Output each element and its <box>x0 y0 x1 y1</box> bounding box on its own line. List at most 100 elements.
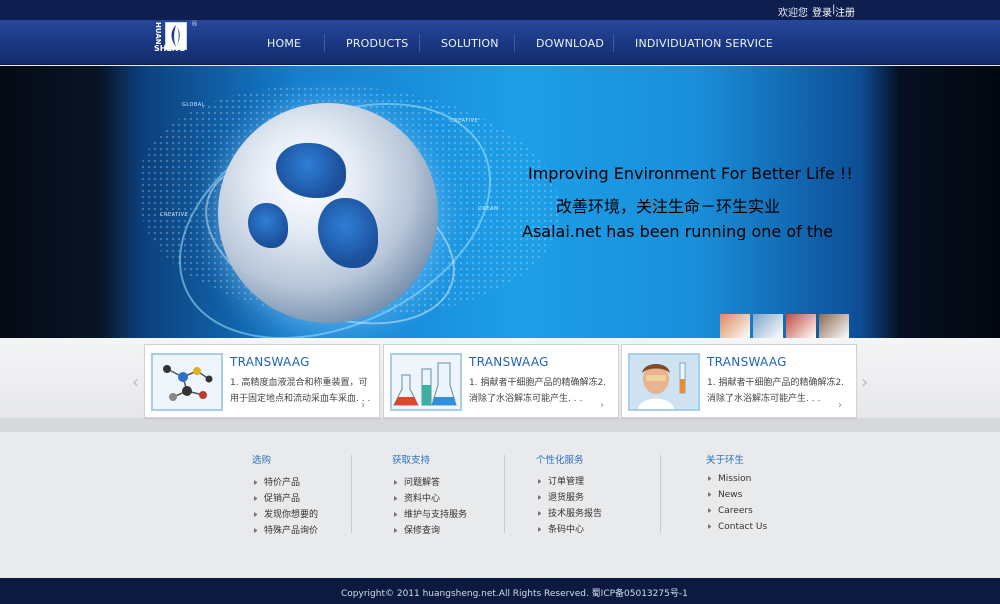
footer-link[interactable]: 发现你想要的 <box>254 507 318 520</box>
nav-divider <box>514 34 515 52</box>
chevron-right-icon[interactable]: › <box>600 401 610 411</box>
nav-individuation-service[interactable]: INDIVIDUATION SERVICE <box>635 37 773 50</box>
bullet-icon <box>708 524 711 529</box>
bullet-icon <box>708 476 711 481</box>
footer-column-title-support: 获取支持 <box>392 455 431 466</box>
nav-download[interactable]: DOWNLOAD <box>536 37 604 50</box>
product-card[interactable]: TRANSWAAG 1. 捐献者干细胞产品的精确解冻2. 消除了水浴解冻可能产生… <box>621 344 857 418</box>
globe-continent <box>276 143 346 198</box>
banner-thumbnail[interactable] <box>819 314 849 338</box>
logo-text-line1: HUAN <box>154 22 162 45</box>
bullet-icon <box>708 492 711 497</box>
footer-link-label[interactable]: 发现你想要的 <box>264 510 318 520</box>
carousel-prev-arrow[interactable]: ‹ <box>132 372 139 393</box>
site-logo[interactable]: HUAN SHENG ® <box>154 20 198 62</box>
footer-link-label[interactable]: 技术服务报告 <box>548 509 602 519</box>
chevron-right-icon[interactable]: › <box>361 401 371 411</box>
footer-link[interactable]: 技术服务报告 <box>538 506 602 519</box>
globe-continent <box>248 203 288 248</box>
product-card[interactable]: TRANSWAAG 1. 捐献者干细胞产品的精确解冻2. 消除了水浴解冻可能产生… <box>383 344 619 418</box>
footer-link[interactable]: 资料中心 <box>394 491 440 504</box>
product-description: 1. 捐献者干细胞产品的精确解冻2. 消除了水浴解冻可能产生. . . <box>707 378 845 404</box>
banner-thumbnail[interactable] <box>786 314 816 338</box>
footer-copyright-bar: Copyright© 2011 huangsheng.net.All Right… <box>0 578 1000 604</box>
footer-link-label[interactable]: Contact Us <box>718 522 767 532</box>
footer-links-area <box>0 432 1000 578</box>
footer-link-label[interactable]: 资料中心 <box>404 494 440 504</box>
footer-link-label[interactable]: Careers <box>718 506 753 516</box>
bullet-icon <box>538 511 541 516</box>
welcome-text: 欢迎您 <box>778 8 808 19</box>
footer-link[interactable]: Contact Us <box>708 522 767 532</box>
footer-link[interactable]: 保修查询 <box>394 523 440 536</box>
footer-link-label[interactable]: 特价产品 <box>264 478 300 488</box>
bullet-icon <box>538 527 541 532</box>
product-card[interactable]: TRANSWAAG 1. 高精度血液混合和称重装置，可用于固定地点和流动采血车采… <box>144 344 380 418</box>
login-link-text[interactable]: 登录 <box>812 8 832 19</box>
footer-link-label[interactable]: 退货服务 <box>548 493 584 503</box>
globe-image <box>218 103 438 323</box>
chevron-right-icon[interactable]: › <box>838 401 848 411</box>
footer-link-label[interactable]: 保修查询 <box>404 526 440 536</box>
footer-column-title-shopping: 选购 <box>252 455 272 466</box>
footer-column-divider <box>351 455 352 533</box>
footer-link-label[interactable]: 特殊产品询价 <box>264 526 318 536</box>
scientist-icon <box>628 353 700 411</box>
footer-link[interactable]: Mission <box>708 474 751 484</box>
footer-link-label[interactable]: 条码中心 <box>548 525 584 535</box>
nav-divider <box>324 34 325 52</box>
bullet-icon <box>538 479 541 484</box>
registered-mark: ® <box>191 20 198 28</box>
banner-thumbnail[interactable] <box>720 314 750 338</box>
bullet-icon <box>254 480 257 485</box>
nav-divider <box>419 34 420 52</box>
product-description: 1. 捐献者干细胞产品的精确解冻2. 消除了水浴解冻可能产生. . . <box>469 378 607 404</box>
hero-banner: GLOBAL CREATIVE DREAM CREATIVE <box>0 66 1000 338</box>
footer-link[interactable]: 维护与支持服务 <box>394 507 467 520</box>
map-label-creative-2: CREATIVE <box>160 212 189 218</box>
register-link-text[interactable]: 注册 <box>835 8 855 19</box>
nav-home[interactable]: HOME <box>267 37 301 50</box>
banner-thumbnail[interactable] <box>753 314 783 338</box>
footer-link-label[interactable]: Mission <box>718 474 751 484</box>
footer-link[interactable]: 条码中心 <box>538 522 584 535</box>
footer-link-label[interactable]: 订单管理 <box>548 477 584 487</box>
nav-solution[interactable]: SOLUTION <box>441 37 499 50</box>
product-title: TRANSWAAG <box>707 355 787 369</box>
footer-link[interactable]: 特殊产品询价 <box>254 523 318 536</box>
footer-column-title-services: 个性化服务 <box>536 455 584 466</box>
bullet-icon <box>394 512 397 517</box>
footer-link[interactable]: 问题解答 <box>394 475 440 488</box>
footer-link-label[interactable]: 问题解答 <box>404 478 440 488</box>
product-description: 1. 高精度血液混合和称重装置，可用于固定地点和流动采血车采血. . . . <box>230 378 371 404</box>
nav-products[interactable]: PRODUCTS <box>346 37 408 50</box>
map-label-global: GLOBAL <box>182 102 206 108</box>
footer-column-title-about: 关于环生 <box>706 455 745 466</box>
map-label-dream: DREAM <box>478 206 499 212</box>
banner-headline: Improving Environment For Better Life !! <box>528 164 853 183</box>
footer-link[interactable]: 特价产品 <box>254 475 300 488</box>
footer-link-label[interactable]: 维护与支持服务 <box>404 510 467 520</box>
footer-link[interactable]: News <box>708 490 742 500</box>
banner-small-text: Asalai.net has been running one of the b… <box>522 222 834 240</box>
footer-link[interactable]: 退货服务 <box>538 490 584 503</box>
bullet-icon <box>394 496 397 501</box>
top-utility-bar: 欢迎您 登录 | 注册 <box>0 0 1000 20</box>
footer-link-label[interactable]: 促销产品 <box>264 494 300 504</box>
register-link[interactable]: 注册 <box>835 4 855 19</box>
bullet-icon <box>394 480 397 485</box>
footer-link[interactable]: 订单管理 <box>538 474 584 487</box>
main-navbar <box>0 20 1000 65</box>
globe-continent <box>318 198 378 268</box>
footer-link-label[interactable]: News <box>718 490 742 500</box>
carousel-next-arrow[interactable]: › <box>861 372 868 393</box>
footer-link[interactable]: Careers <box>708 506 753 516</box>
bullet-icon <box>708 508 711 513</box>
bullet-icon <box>394 528 397 533</box>
logo-text-line2: SHENG <box>154 44 186 53</box>
login-link[interactable]: 登录 <box>812 4 832 19</box>
nav-divider <box>613 34 614 52</box>
footer-link[interactable]: 促销产品 <box>254 491 300 504</box>
bullet-icon <box>538 495 541 500</box>
molecule-icon <box>151 353 223 411</box>
